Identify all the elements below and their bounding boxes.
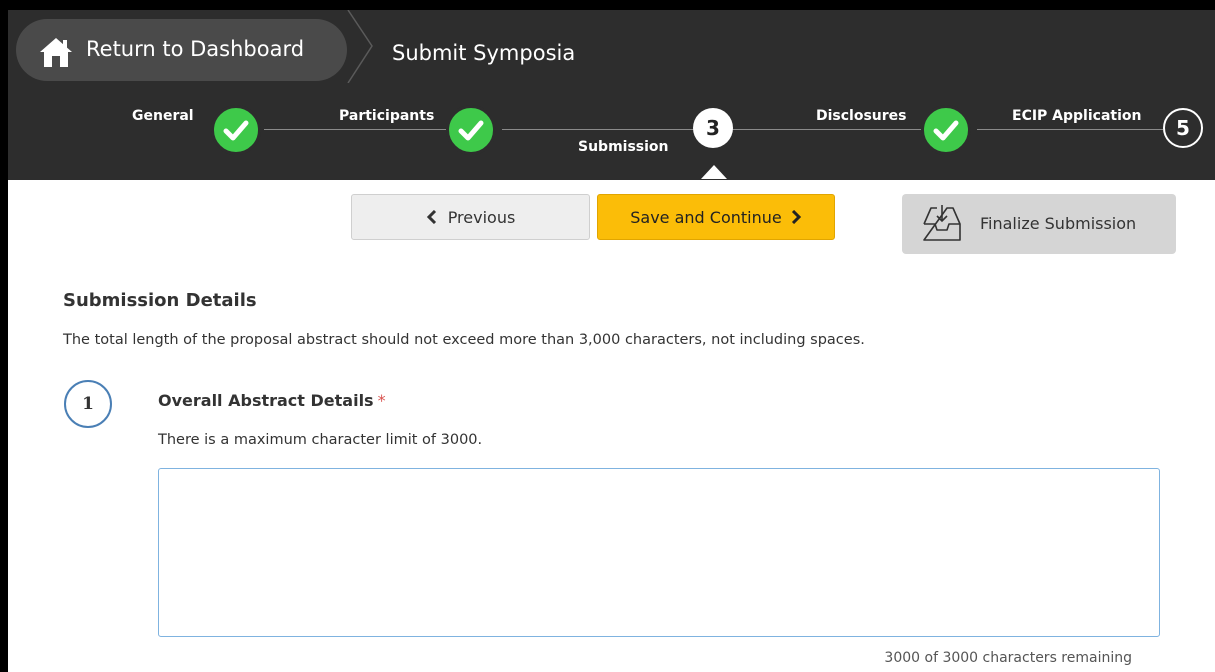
finalize-label: Finalize Submission xyxy=(980,214,1137,233)
step-disclosures-label: Disclosures xyxy=(816,108,907,124)
breadcrumb-separator xyxy=(347,10,373,83)
previous-label: Previous xyxy=(447,207,516,227)
required-marker: * xyxy=(377,391,386,410)
step-participants-complete[interactable] xyxy=(446,105,496,155)
question-hint: There is a maximum character limit of 30… xyxy=(158,432,483,448)
step-general-label: General xyxy=(132,108,194,124)
finalize-submission-button[interactable]: Finalize Submission xyxy=(902,194,1176,254)
chevron-right-icon xyxy=(791,210,801,224)
section-title: Submission Details xyxy=(63,290,257,311)
page-frame: Return to Dashboard Submit Symposia Gene… xyxy=(8,10,1215,672)
abstract-details-textarea[interactable] xyxy=(158,468,1160,637)
save-label: Save and Continue xyxy=(630,207,782,227)
return-to-dashboard-button[interactable]: Return to Dashboard xyxy=(16,19,347,81)
step-progress xyxy=(8,83,1215,180)
step-connector xyxy=(731,129,923,130)
step-connector xyxy=(977,129,1163,130)
section-description: The total length of the proposal abstrac… xyxy=(63,332,865,348)
checkmark-icon xyxy=(933,120,959,141)
step-ecip-number[interactable]: 5 xyxy=(1163,108,1203,148)
checkmark-icon xyxy=(223,120,249,141)
character-counter: 3000 of 3000 characters remaining xyxy=(884,650,1132,666)
inbox-download-icon xyxy=(923,205,961,241)
step-ecip-label: ECIP Application xyxy=(1012,108,1142,124)
step-participants-label: Participants xyxy=(339,108,435,124)
save-and-continue-button[interactable]: Save and Continue xyxy=(597,194,835,240)
chevron-left-icon xyxy=(426,210,436,224)
step-connector xyxy=(264,129,448,130)
current-step-pointer xyxy=(701,165,727,179)
home-icon xyxy=(40,38,72,67)
page-title: Submit Symposia xyxy=(392,41,576,65)
previous-button[interactable]: Previous xyxy=(351,194,590,240)
question-title: Overall Abstract Details * xyxy=(158,391,386,410)
step-connector xyxy=(502,129,694,130)
dashboard-label: Return to Dashboard xyxy=(86,37,305,61)
step-submission-number[interactable]: 3 xyxy=(693,108,733,148)
step-submission-label: Submission xyxy=(578,139,669,155)
header-bar: Return to Dashboard Submit Symposia xyxy=(8,10,1215,83)
question-title-text: Overall Abstract Details xyxy=(158,391,374,410)
checkmark-icon xyxy=(458,120,484,141)
question-number-badge: 1 xyxy=(64,380,112,428)
step-disclosures-complete[interactable] xyxy=(921,105,971,155)
step-general-complete[interactable] xyxy=(211,105,261,155)
